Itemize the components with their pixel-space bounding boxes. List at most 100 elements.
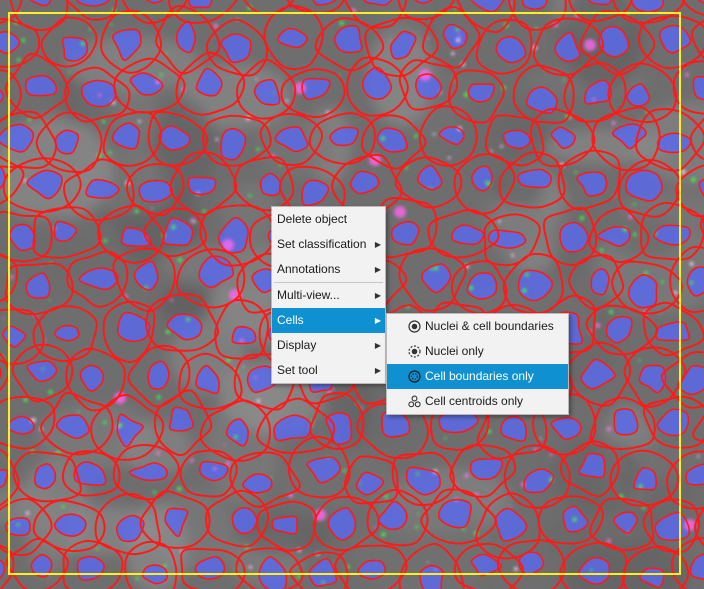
- signal-spot: [213, 467, 217, 471]
- signal-spot: [525, 272, 529, 277]
- signal-spot: [186, 317, 190, 322]
- submenu-item-nuclei-only[interactable]: Nuclei only: [387, 339, 568, 364]
- signal-spot: [9, 275, 14, 279]
- signal-spot: [448, 156, 451, 160]
- signal-spot: [455, 28, 459, 32]
- signal-spot: [88, 28, 92, 31]
- signal-spot: [417, 512, 419, 515]
- signal-spot: [272, 91, 275, 94]
- signal-spot: [332, 387, 335, 390]
- menu-item-annotations[interactable]: Annotations ▶: [272, 257, 385, 282]
- menu-item-label: Annotations: [277, 262, 341, 276]
- menu-item-multi-view[interactable]: Multi-view... ▶: [272, 283, 385, 308]
- signal-spot: [190, 218, 195, 223]
- signal-spot: [463, 92, 469, 97]
- signal-spot: [609, 309, 614, 314]
- menu-item-cells[interactable]: Cells ▶: [272, 308, 385, 333]
- signal-spot: [689, 261, 694, 266]
- submenu-arrow-icon: ▶: [374, 265, 381, 274]
- cell-centroids-only-icon: [408, 395, 421, 408]
- signal-spot: [606, 426, 611, 431]
- signal-spot: [599, 248, 604, 252]
- menu-item-display[interactable]: Display ▶: [272, 333, 385, 358]
- signal-spot: [359, 482, 362, 485]
- signal-hotspot: [394, 206, 406, 218]
- signal-spot: [498, 220, 501, 223]
- signal-spot: [190, 459, 194, 463]
- signal-spot: [509, 505, 512, 508]
- submenu-arrow-icon: ▶: [374, 291, 381, 300]
- signal-spot: [511, 253, 515, 257]
- signal-spot: [427, 561, 429, 564]
- signal-spot: [462, 527, 465, 531]
- signal-spot: [380, 136, 385, 141]
- signal-spot: [254, 376, 257, 379]
- signal-spot: [434, 568, 437, 571]
- submenu-arrow-icon: ▶: [374, 316, 381, 325]
- menu-item-set-classification[interactable]: Set classification ▶: [272, 232, 385, 257]
- signal-spot: [242, 366, 245, 368]
- signal-spot: [239, 338, 244, 343]
- signal-spot: [48, 299, 51, 302]
- submenu-item-label: Nuclei only: [425, 344, 484, 358]
- signal-spot: [138, 119, 141, 123]
- signal-spot: [384, 494, 388, 499]
- signal-spot: [177, 257, 182, 262]
- signal-spot: [96, 547, 99, 551]
- signal-spot: [256, 399, 261, 403]
- signal-spot: [572, 517, 577, 522]
- signal-spot: [135, 577, 139, 581]
- signal-spot: [285, 99, 289, 103]
- signal-spot: [153, 490, 156, 494]
- signal-spot: [562, 78, 566, 82]
- cell-boundaries-only-icon: [408, 370, 421, 383]
- signal-spot: [23, 397, 28, 402]
- signal-spot: [432, 132, 436, 136]
- signal-hotspot: [584, 39, 596, 51]
- submenu-item-cell-boundaries-only[interactable]: Cell boundaries only: [387, 364, 568, 389]
- signal-spot: [21, 38, 26, 43]
- signal-spot: [234, 435, 238, 439]
- menu-item-label: Display: [277, 338, 317, 352]
- signal-spot: [638, 359, 641, 362]
- submenu-item-label: Nuclei & cell boundaries: [425, 319, 554, 333]
- submenu-item-nuclei-and-cell-boundaries[interactable]: Nuclei & cell boundaries: [387, 314, 568, 339]
- signal-spot: [633, 203, 636, 206]
- menu-item-label: Delete object: [277, 212, 348, 226]
- signal-spot: [248, 194, 252, 198]
- signal-spot: [118, 423, 123, 428]
- signal-spot: [389, 39, 391, 42]
- signal-spot: [414, 134, 418, 138]
- signal-spot: [373, 526, 376, 529]
- menu-item-set-tool[interactable]: Set tool ▶: [272, 358, 385, 383]
- signal-spot: [177, 486, 182, 491]
- signal-spot: [156, 395, 161, 400]
- signal-spot: [171, 224, 176, 230]
- signal-spot: [429, 186, 432, 189]
- signal-spot: [339, 21, 344, 26]
- signal-spot: [500, 144, 503, 148]
- signal-spot: [16, 523, 20, 527]
- signal-spot: [611, 121, 616, 125]
- menu-item-delete-object[interactable]: Delete object: [272, 207, 385, 232]
- submenu-item-cell-centroids-only[interactable]: Cell centroids only: [387, 389, 568, 414]
- menu-item-label: Set classification: [277, 237, 367, 251]
- signal-spot: [427, 37, 430, 40]
- signal-spot: [681, 169, 686, 175]
- signal-spot: [256, 147, 260, 151]
- signal-spot: [697, 455, 700, 458]
- cells-submenu: Nuclei & cell boundaries Nuclei only Cel…: [386, 313, 569, 415]
- signal-spot: [415, 525, 419, 529]
- signal-spot: [98, 93, 102, 97]
- signal-spot: [451, 52, 455, 56]
- signal-spot: [108, 151, 112, 154]
- signal-spot: [691, 177, 696, 182]
- signal-spot: [2, 317, 5, 320]
- signal-spot: [321, 580, 325, 584]
- signal-spot: [151, 207, 154, 210]
- signal-spot: [464, 473, 469, 478]
- signal-spot: [514, 567, 518, 571]
- signal-spot: [433, 266, 439, 271]
- signal-spot: [77, 410, 80, 413]
- signal-spot: [17, 58, 21, 62]
